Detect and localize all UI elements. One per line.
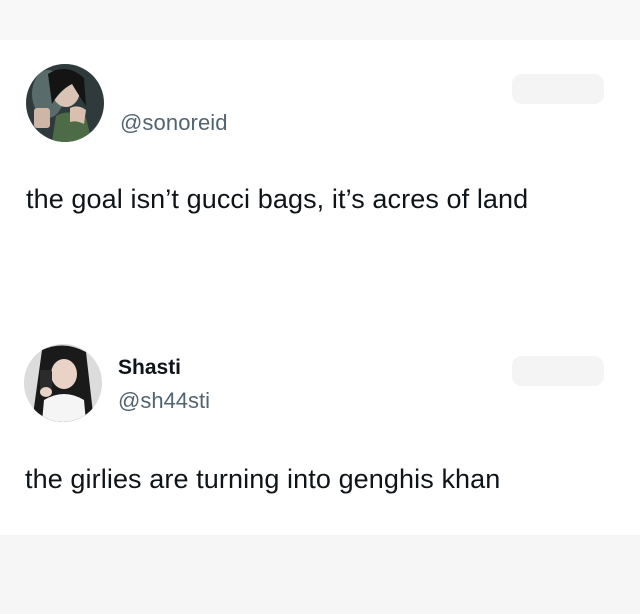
bottom-shade (0, 535, 640, 614)
top-shade (0, 0, 640, 40)
tweet-text: the girlies are turning into genghis kha… (25, 464, 501, 494)
redaction-smudge (512, 74, 604, 104)
user-handle[interactable]: @sonoreid (120, 110, 228, 136)
tweet-card-1[interactable]: @sonoreid the goal isn’t gucci bags, it’… (0, 64, 640, 264)
tweet-text: the goal isn’t gucci bags, it’s acres of… (26, 184, 529, 214)
tweet-card-2[interactable]: Shasti @sh44sti the girlies are turning … (0, 340, 640, 520)
redaction-smudge (512, 356, 604, 386)
avatar[interactable] (26, 64, 104, 142)
avatar-photo (26, 64, 104, 142)
avatar-photo (24, 344, 102, 422)
display-name[interactable]: Shasti (118, 356, 181, 380)
avatar[interactable] (24, 344, 102, 422)
user-handle[interactable]: @sh44sti (118, 388, 210, 414)
